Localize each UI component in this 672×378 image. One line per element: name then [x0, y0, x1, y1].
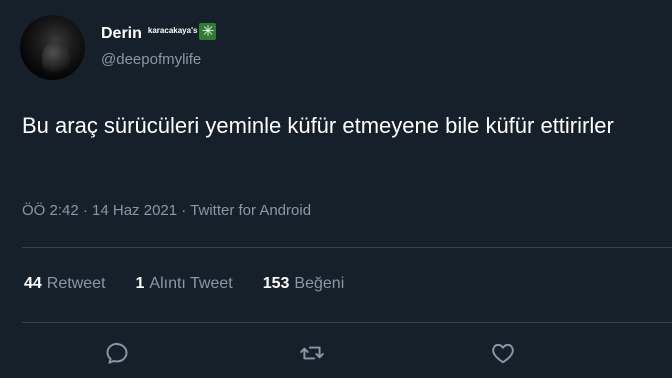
- likes-label: Beğeni: [294, 275, 345, 292]
- retweets-count: 44: [24, 275, 42, 292]
- author-name-row[interactable]: Derin karacakaya's ✳: [101, 22, 217, 46]
- tweet-stats: 44 Retweet 1 Alıntı Tweet 153 Beğeni: [24, 275, 344, 293]
- retweets-stat[interactable]: 44 Retweet: [24, 275, 106, 293]
- reply-button[interactable]: [104, 340, 130, 366]
- retweet-icon: [300, 346, 324, 360]
- likes-stat[interactable]: 153 Beğeni: [263, 275, 345, 293]
- likes-count: 153: [262, 275, 290, 292]
- like-button[interactable]: [490, 340, 516, 366]
- tweet-actions: [0, 340, 672, 368]
- quotes-stat[interactable]: 1 Alıntı Tweet: [136, 275, 233, 293]
- sparkle-icon: ✳: [199, 22, 217, 40]
- reply-icon: [106, 342, 128, 364]
- user-handle[interactable]: @deepofmylife: [101, 51, 201, 68]
- divider: [22, 247, 672, 248]
- quotes-count: 1: [135, 275, 145, 292]
- divider: [22, 322, 672, 323]
- quotes-label: Alıntı Tweet: [149, 275, 233, 292]
- display-name-suffix: karacakaya's: [147, 25, 198, 35]
- heart-icon: [492, 343, 514, 364]
- retweets-label: Retweet: [46, 275, 106, 292]
- retweet-button[interactable]: [299, 340, 325, 366]
- tweet-timestamp[interactable]: ÖÖ 2:42 · 14 Haz 2021 · Twitter for Andr…: [22, 202, 311, 219]
- avatar[interactable]: [20, 15, 85, 80]
- display-name[interactable]: Derin: [101, 25, 142, 43]
- tweet-detail: Derin karacakaya's ✳ @deepofmylife Bu ar…: [0, 0, 672, 378]
- tweet-text: Bu araç sürücüleri yeminle küfür etmeyen…: [22, 113, 614, 138]
- avatar-figure: [42, 41, 70, 75]
